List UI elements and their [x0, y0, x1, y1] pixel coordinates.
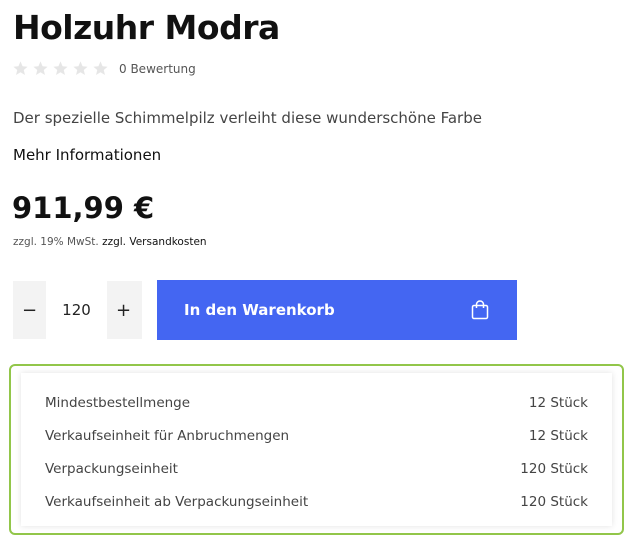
table-row: Verpackungseinheit 120 Stück: [45, 459, 588, 479]
table-row: Verkaufseinheit für Anbruchmengen 12 Stü…: [45, 426, 588, 446]
row-label: Mindestbestellmenge: [45, 395, 191, 411]
row-value: 120 Stück: [520, 494, 588, 510]
shopping-bag-icon: [471, 300, 489, 320]
packaging-info-table: Mindestbestellmenge 12 Stück Verkaufsein…: [21, 373, 612, 526]
star-icon: [93, 61, 108, 76]
increase-quantity-button[interactable]: +: [107, 281, 140, 339]
star-icon: [53, 61, 68, 76]
shipping-cost-link[interactable]: zzgl. Versandkosten: [102, 236, 206, 248]
table-row: Verkaufseinheit ab Verpackungseinheit 12…: [45, 492, 588, 512]
row-label: Verkaufseinheit ab Verpackungseinheit: [45, 494, 309, 510]
tax-note: zzgl. 19% MwSt. zzgl. Versandkosten: [13, 236, 207, 248]
add-to-cart-button[interactable]: In den Warenkorb: [157, 280, 517, 340]
rating-count[interactable]: 0 Bewertung: [119, 62, 196, 76]
rating: 0 Bewertung: [12, 60, 196, 77]
row-value: 12 Stück: [528, 428, 588, 444]
quantity-input[interactable]: [46, 281, 107, 339]
product-price: 911,99 €: [12, 191, 155, 225]
quantity-stepper: − +: [13, 281, 142, 339]
product-description: Der spezielle Schimmelpilz verleiht dies…: [13, 109, 482, 127]
row-label: Verpackungseinheit: [45, 461, 178, 477]
add-to-cart-label: In den Warenkorb: [184, 301, 335, 319]
row-value: 120 Stück: [520, 461, 588, 477]
star-icon: [13, 61, 28, 76]
star-icon: [73, 61, 88, 76]
row-value: 12 Stück: [528, 395, 588, 411]
decrease-quantity-button[interactable]: −: [13, 281, 46, 339]
tax-note-text: zzgl. 19% MwSt.: [13, 236, 99, 248]
packaging-info-box: Mindestbestellmenge 12 Stück Verkaufsein…: [9, 364, 624, 535]
more-info-link[interactable]: Mehr Informationen: [13, 146, 161, 164]
product-title: Holzuhr Modra: [13, 8, 280, 47]
row-label: Verkaufseinheit für Anbruchmengen: [45, 428, 290, 444]
star-icon: [33, 61, 48, 76]
table-row: Mindestbestellmenge 12 Stück: [45, 393, 588, 413]
rating-stars: [12, 60, 109, 77]
